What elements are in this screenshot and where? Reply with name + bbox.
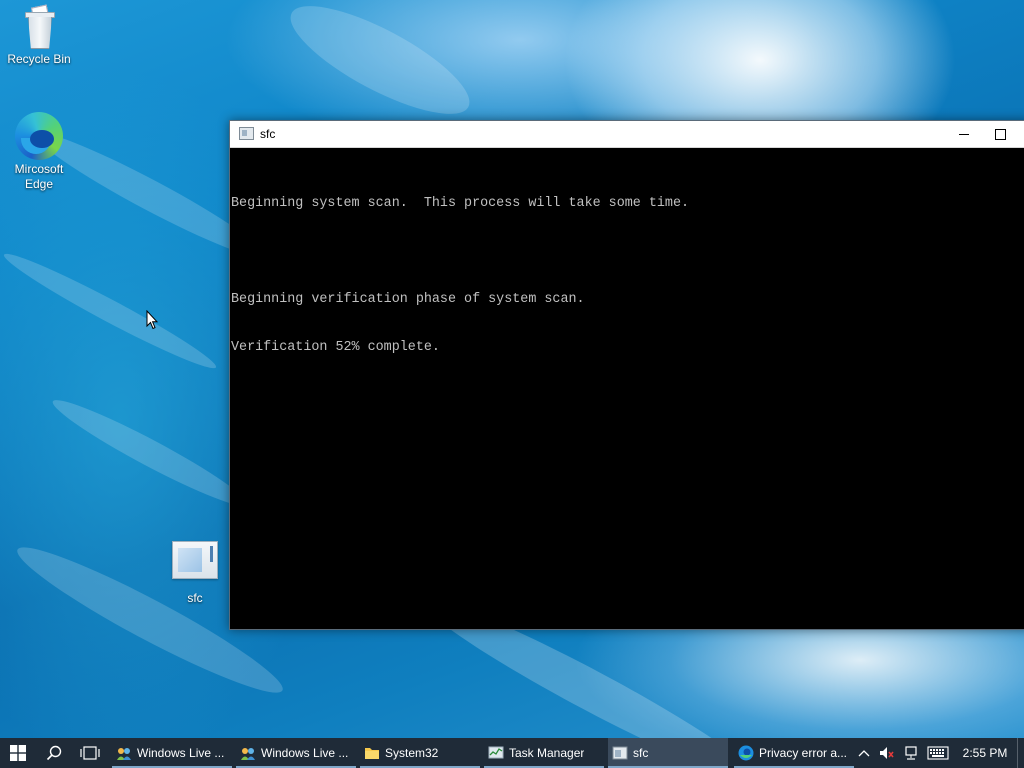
system-tray: 2:55 PM xyxy=(853,738,1024,768)
chevron-up-icon xyxy=(858,750,870,757)
console-window-icon xyxy=(239,127,254,140)
taskbar-app-label: Task Manager xyxy=(509,746,585,760)
desktop-icon-label: Recycle Bin xyxy=(7,52,71,66)
desktop-icon-label: Mircosoft Edge xyxy=(14,162,64,191)
edge-icon xyxy=(738,745,754,761)
windows-live-icon xyxy=(117,748,131,760)
touch-keyboard-button[interactable] xyxy=(923,738,953,768)
taskbar-app-task-manager[interactable]: Task Manager xyxy=(484,738,604,768)
taskbar-app-label: sfc xyxy=(633,746,649,760)
start-button[interactable] xyxy=(0,738,36,768)
minimize-icon xyxy=(959,133,969,135)
folder-icon xyxy=(365,748,379,759)
keyboard-icon xyxy=(927,746,949,760)
console-window-icon xyxy=(612,746,628,760)
taskbar-app-system32[interactable]: System32 xyxy=(360,738,480,768)
sfc-app-icon xyxy=(172,541,218,579)
task-manager-icon xyxy=(488,746,504,759)
desktop-icon-label: sfc xyxy=(187,591,203,605)
console-line: Beginning system scan. This process will… xyxy=(231,196,690,211)
console-line: Verification 52% complete. xyxy=(231,340,440,355)
search-icon xyxy=(46,745,62,761)
show-desktop-button[interactable] xyxy=(1017,738,1024,768)
minimize-button[interactable] xyxy=(946,121,982,147)
taskbar-app-windows-live-2[interactable]: Windows Live ... xyxy=(236,738,356,768)
console-output[interactable]: Beginning system scan. This process will… xyxy=(230,148,1024,629)
network-button[interactable] xyxy=(899,738,923,768)
console-line: Beginning verification phase of system s… xyxy=(231,292,585,307)
taskbar-app-windows-live-1[interactable]: Windows Live ... xyxy=(112,738,232,768)
search-button[interactable] xyxy=(36,738,72,768)
windows-start-icon xyxy=(10,745,26,761)
taskbar-app-label: System32 xyxy=(385,746,439,760)
taskbar-app-label: Privacy error a... xyxy=(759,746,848,760)
console-window[interactable]: sfc Beginning system scan. This process … xyxy=(229,120,1024,630)
desktop-icon-recycle-bin[interactable]: Recycle Bin xyxy=(1,4,77,67)
recycle-bin-icon xyxy=(24,4,55,50)
windows-live-icon xyxy=(241,748,255,760)
desktop-icon-sfc[interactable]: sfc xyxy=(157,541,233,606)
desktop-icon-edge[interactable]: Mircosoft Edge xyxy=(1,112,77,192)
taskbar-app-label: Windows Live ... xyxy=(261,746,349,760)
taskbar-app-label: Windows Live ... xyxy=(137,746,225,760)
window-titlebar[interactable]: sfc xyxy=(230,121,1024,148)
maximize-button[interactable] xyxy=(982,121,1018,147)
taskbar-app-sfc[interactable]: sfc xyxy=(608,738,728,768)
volume-muted-icon xyxy=(880,747,894,759)
task-view-icon xyxy=(80,746,100,760)
mouse-cursor-icon xyxy=(146,310,158,330)
network-icon xyxy=(905,746,917,760)
edge-icon xyxy=(15,112,63,160)
volume-button[interactable] xyxy=(875,738,899,768)
task-view-button[interactable] xyxy=(72,738,108,768)
taskbar: Windows Live ... Windows Live ... System… xyxy=(0,738,1024,768)
clock[interactable]: 2:55 PM xyxy=(953,738,1017,768)
show-hidden-icons-button[interactable] xyxy=(853,738,875,768)
window-title: sfc xyxy=(260,127,276,141)
taskbar-app-privacy-error[interactable]: Privacy error a... xyxy=(734,738,854,768)
maximize-icon xyxy=(994,128,1006,140)
